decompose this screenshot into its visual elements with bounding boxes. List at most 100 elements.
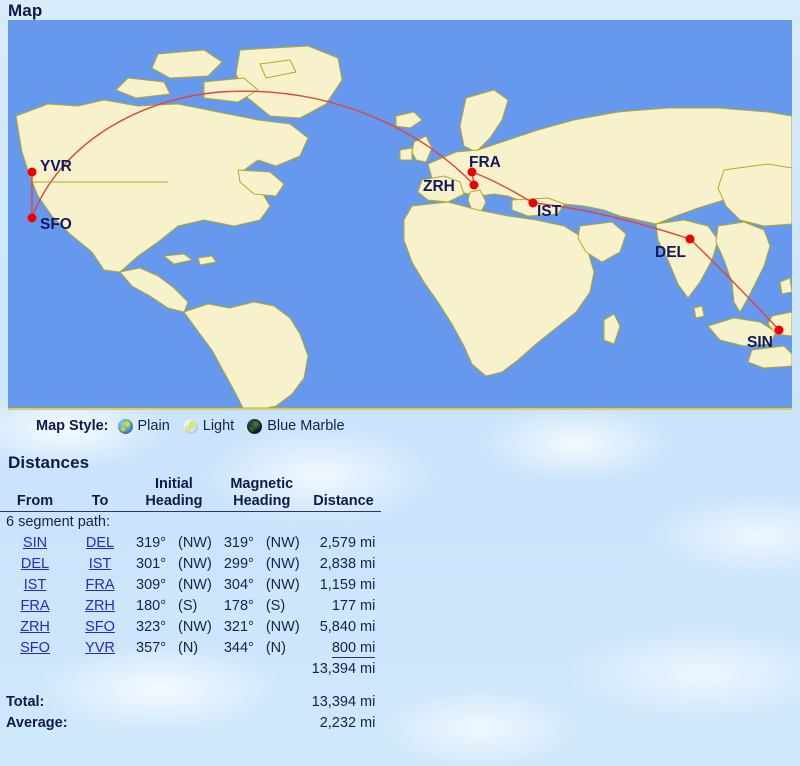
cell-to: ZRH: [70, 596, 130, 617]
cell-distance: 800 mi: [306, 638, 382, 659]
column-header-magnetic-heading-line1: Magnetic: [230, 476, 294, 492]
marker-sin: [774, 325, 784, 335]
cell-from: IST: [0, 575, 70, 596]
cell-magnetic-card: (NW): [265, 577, 300, 593]
table-row: DEL IST 301° (NW) 299° (NW) 2,838 mi: [0, 554, 381, 575]
column-header-to: To: [70, 476, 130, 512]
cell-magnetic-deg: 304°: [223, 577, 254, 593]
column-header-from: From: [0, 476, 70, 512]
cell-from: SIN: [0, 533, 70, 554]
table-row: SFO YVR 357° (N) 344° (N) 800 mi: [0, 638, 381, 659]
label-del: DEL: [655, 244, 686, 261]
total-row: Total: 13,394 mi: [0, 692, 381, 713]
link-to-zrh[interactable]: ZRH: [85, 598, 115, 614]
link-to-fra[interactable]: FRA: [86, 577, 115, 593]
map-style-label: Map Style:: [36, 418, 109, 434]
cell-distance: 2,838 mi: [319, 556, 376, 572]
cell-magnetic-deg: 178°: [223, 598, 254, 614]
total-label: Total:: [6, 694, 45, 710]
subtotal-row: 13,394 mi: [0, 659, 381, 680]
link-to-yvr[interactable]: YVR: [85, 640, 115, 656]
column-header-distance: Distance: [305, 476, 382, 512]
cell-from: ZRH: [0, 617, 70, 638]
globe-plain-icon: [117, 418, 133, 434]
cell-magnetic-deg: 321°: [223, 619, 254, 635]
label-sfo: SFO: [40, 216, 72, 233]
label-fra: FRA: [469, 154, 501, 171]
marker-yvr: [27, 167, 37, 177]
cell-initial-card: (S): [178, 598, 198, 614]
cell-initial-card: (NW): [178, 535, 212, 551]
cell-magnetic-deg: 319°: [223, 535, 254, 551]
distances-table: From To Initial Heading Magnetic Heading…: [0, 476, 382, 735]
subtotal-spacer: [0, 659, 306, 680]
label-ist: IST: [537, 203, 562, 220]
subtotal-value: 13,394 mi: [311, 661, 376, 677]
cell-to: FRA: [70, 575, 130, 596]
spacer-row: [0, 680, 381, 692]
average-value: 2,232 mi: [319, 715, 376, 731]
cell-to: IST: [70, 554, 130, 575]
cell-distance: 1,159 mi: [319, 577, 376, 593]
distances-title: Distances: [8, 453, 90, 472]
cell-from: SFO: [0, 638, 70, 659]
link-from-fra[interactable]: FRA: [21, 598, 50, 614]
link-from-sin[interactable]: SIN: [23, 535, 47, 551]
column-header-initial-heading-line2: Heading: [145, 493, 203, 509]
cell-distance: 177 mi: [331, 598, 376, 614]
world-map[interactable]: .land { fill:#f7f2cb; stroke:#b5aa22; st…: [8, 20, 792, 410]
cell-magnetic-card: (S): [265, 598, 286, 614]
cell-to: DEL: [70, 533, 130, 554]
link-from-zrh[interactable]: ZRH: [20, 619, 50, 635]
cell-initial-deg: 309°: [136, 577, 166, 593]
cell-magnetic-card: (N): [265, 640, 286, 656]
cell-initial-card: (N): [178, 640, 199, 656]
map-style-option-blue-marble[interactable]: Blue Marble: [247, 418, 345, 434]
label-zrh: ZRH: [423, 178, 455, 195]
distances-table-head: From To Initial Heading Magnetic Heading…: [0, 476, 382, 512]
cell-initial-deg: 319°: [136, 535, 166, 551]
column-header-initial-heading: Initial Heading: [130, 476, 218, 512]
map-style-option-plain[interactable]: Plain: [117, 418, 170, 434]
cell-from: FRA: [0, 596, 70, 617]
marker-sfo: [27, 213, 37, 223]
cell-magnetic-deg: 299°: [223, 556, 254, 572]
link-to-ist[interactable]: IST: [89, 556, 112, 572]
link-from-sfo[interactable]: SFO: [20, 640, 50, 656]
cell-magnetic-card: (NW): [265, 619, 300, 635]
cell-to: SFO: [70, 617, 130, 638]
map-style-option-light[interactable]: Light: [182, 418, 235, 434]
globe-marble-icon: [247, 418, 263, 434]
total-value: 13,394 mi: [311, 694, 376, 710]
table-row: ZRH SFO 323° (NW) 321° (NW) 5,840 mi: [0, 617, 381, 638]
column-header-magnetic-heading: Magnetic Heading: [217, 476, 306, 512]
cell-distance: 5,840 mi: [319, 619, 376, 635]
cell-magnetic-card: (NW): [265, 535, 300, 551]
segment-path-note: 6 segment path:: [6, 514, 110, 530]
cell-initial-card: (NW): [178, 577, 212, 593]
cell-initial-deg: 357°: [136, 640, 166, 656]
cell-magnetic-card: (NW): [265, 556, 300, 572]
link-from-ist[interactable]: IST: [24, 577, 47, 593]
link-to-sfo[interactable]: SFO: [85, 619, 115, 635]
average-row: Average: 2,232 mi: [0, 713, 381, 734]
link-from-del[interactable]: DEL: [21, 556, 49, 572]
cell-initial-card: (NW): [178, 619, 212, 635]
cell-distance-value: 800 mi: [331, 640, 376, 658]
map-style-option-plain-label: Plain: [137, 418, 170, 434]
table-row: IST FRA 309° (NW) 304° (NW) 1,159 mi: [0, 575, 381, 596]
link-to-del[interactable]: DEL: [86, 535, 114, 551]
map-style-row: Map Style: Plain Light Blue Marble: [0, 413, 800, 439]
table-row: SIN DEL 319° (NW) 319° (NW) 2,579 mi: [0, 533, 381, 554]
distances-table-body: 6 segment path: SIN DEL 319° (NW) 319° (…: [0, 512, 381, 735]
globe-light-icon: [182, 418, 198, 434]
average-label: Average:: [6, 715, 68, 731]
cell-to: YVR: [70, 638, 130, 659]
cell-magnetic-deg: 344°: [223, 640, 254, 656]
column-header-initial-heading-line1: Initial: [154, 476, 193, 492]
marker-zrh: [469, 180, 479, 190]
cell-initial-deg: 180°: [136, 598, 166, 614]
cell-initial-deg: 301°: [136, 556, 166, 572]
map-style-option-blue-marble-label: Blue Marble: [267, 418, 345, 434]
map-style-option-light-label: Light: [202, 418, 235, 434]
